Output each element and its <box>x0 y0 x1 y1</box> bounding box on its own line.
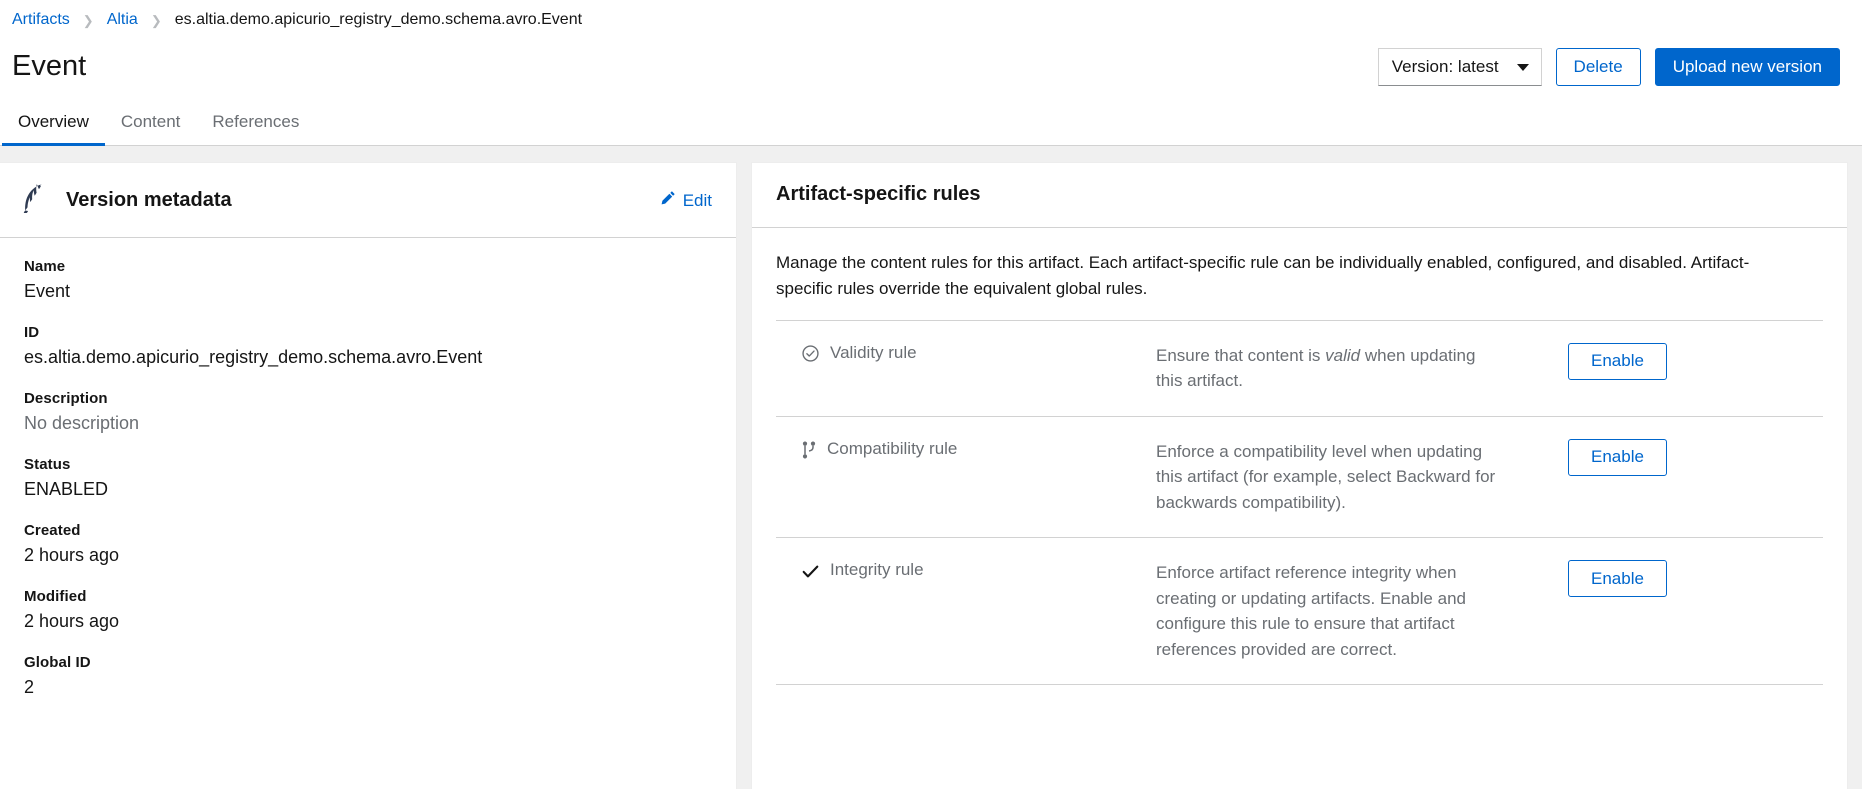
edit-metadata-link[interactable]: Edit <box>660 190 712 211</box>
rule-label-integrity: Integrity rule <box>830 560 924 580</box>
field-label-created: Created <box>24 522 81 539</box>
field-value-modified: 2 hours ago <box>24 611 120 631</box>
breadcrumb-separator-icon: ❯ <box>150 12 162 28</box>
version-metadata-title: Version metadata <box>66 189 232 211</box>
rule-row: Validity rule Ensure that content is val… <box>776 319 1823 416</box>
check-circle-icon <box>802 343 819 365</box>
tab-overview[interactable]: Overview <box>2 100 105 146</box>
title-row: Event Version: latest Delete Upload new … <box>0 38 1862 100</box>
version-metadata-header: Version metadata Edit <box>0 163 736 238</box>
breadcrumb: Artifacts ❯ Altia ❯ es.altia.demo.apicur… <box>0 0 1862 38</box>
rule-label-validity: Validity rule <box>830 342 917 362</box>
code-branch-icon <box>802 439 816 461</box>
version-select-label: Version: latest <box>1391 57 1499 76</box>
tab-content[interactable]: Content <box>105 100 197 145</box>
version-metadata-title-group: Version metadata <box>20 183 232 218</box>
top-bar: Artifacts ❯ Altia ❯ es.altia.demo.apicur… <box>0 0 1862 146</box>
field-label-description: Description <box>24 390 108 407</box>
enable-compatibility-rule-button[interactable]: Enable <box>1568 438 1667 476</box>
field-value-global-id: 2 <box>24 677 35 697</box>
rule-action-validity: Enable <box>1516 342 1676 380</box>
field-label-id: ID <box>24 324 40 341</box>
avro-feather-icon <box>20 183 46 218</box>
field-value-id: es.altia.demo.apicurio_registry_demo.sch… <box>24 347 483 367</box>
rule-name-integrity: Integrity rule <box>776 560 1156 582</box>
breadcrumb-item-current: es.altia.demo.apicurio_registry_demo.sch… <box>174 11 583 28</box>
rule-desc-emphasis: valid <box>1325 345 1361 365</box>
rule-description-integrity: Enforce artifact reference integrity whe… <box>1156 560 1516 662</box>
tab-bar: Overview Content References <box>0 100 1862 146</box>
chevron-down-icon <box>1516 63 1529 71</box>
rule-action-integrity: Enable <box>1516 560 1676 598</box>
rule-row: Integrity rule Enforce artifact referenc… <box>776 537 1823 686</box>
rule-action-compatibility: Enable <box>1516 438 1676 476</box>
rule-label-compatibility: Compatibility rule <box>827 438 958 458</box>
artifact-rules-description: Manage the content rules for this artifa… <box>776 253 1750 298</box>
version-select[interactable]: Version: latest <box>1377 48 1542 86</box>
version-metadata-card: Version metadata Edit Name Event ID es.a… <box>0 162 737 789</box>
version-metadata-fields: Name Event ID es.altia.demo.apicurio_reg… <box>0 238 736 730</box>
field-value-description: No description <box>24 413 140 433</box>
pencil-icon <box>660 190 676 211</box>
field-value-status: ENABLED <box>24 479 109 499</box>
edit-metadata-label: Edit <box>682 190 712 210</box>
rule-desc-before: Ensure that content is <box>1156 345 1326 365</box>
field-label-status: Status <box>24 456 71 473</box>
check-icon <box>802 560 819 582</box>
tab-references[interactable]: References <box>196 100 315 145</box>
rule-row: Compatibility rule Enforce a compatibili… <box>776 415 1823 538</box>
field-label-modified: Modified <box>24 588 87 605</box>
artifact-rules-header: Artifact-specific rules <box>752 163 1847 228</box>
main-content: Version metadata Edit Name Event ID es.a… <box>0 146 1862 789</box>
rule-desc-before: Enforce artifact reference integrity whe… <box>1156 563 1466 659</box>
delete-button[interactable]: Delete <box>1555 48 1641 86</box>
field-value-name: Event <box>24 281 71 301</box>
upload-new-version-button[interactable]: Upload new version <box>1654 48 1840 86</box>
page-title: Event <box>12 50 87 83</box>
field-value-created: 2 hours ago <box>24 545 120 565</box>
enable-validity-rule-button[interactable]: Enable <box>1568 342 1667 380</box>
rule-name-validity: Validity rule <box>776 343 1156 365</box>
breadcrumb-item-altia[interactable]: Altia <box>107 12 138 28</box>
enable-integrity-rule-button[interactable]: Enable <box>1568 560 1667 598</box>
artifact-rules-card: Artifact-specific rules Manage the conte… <box>751 162 1848 789</box>
rule-description-validity: Ensure that content is valid when updati… <box>1156 343 1516 394</box>
rule-description-compatibility: Enforce a compatibility level when updat… <box>1156 439 1516 516</box>
artifact-rules-body: Manage the content rules for this artifa… <box>752 228 1847 686</box>
field-label-name: Name <box>24 258 66 275</box>
header-actions: Version: latest Delete Upload new versio… <box>1377 48 1840 86</box>
rule-name-compatibility: Compatibility rule <box>776 439 1156 461</box>
breadcrumb-separator-icon: ❯ <box>82 12 94 28</box>
artifact-rules-title: Artifact-specific rules <box>776 183 981 205</box>
field-label-global-id: Global ID <box>24 654 91 671</box>
rule-desc-before: Enforce a compatibility level when updat… <box>1156 441 1496 512</box>
breadcrumb-item-artifacts[interactable]: Artifacts <box>12 12 70 28</box>
